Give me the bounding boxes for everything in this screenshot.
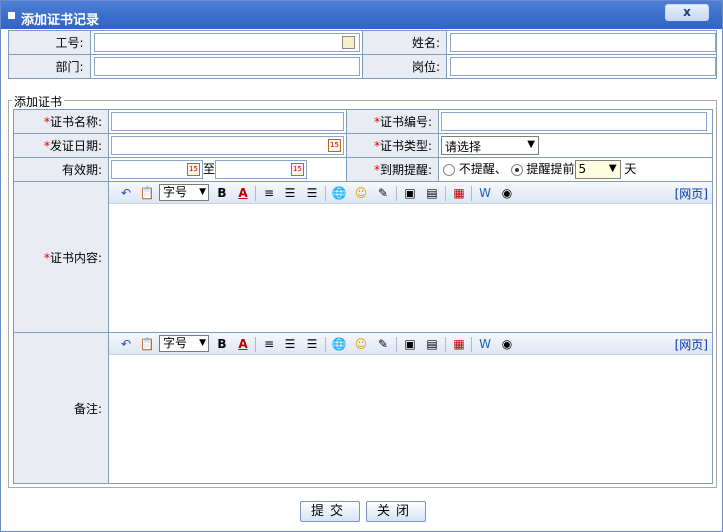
cert-form-table: *证书名称: *证书编号: *发证日期: 15 *证书类型: 请选择 ▼ 有效期:	[13, 109, 713, 484]
dept-input[interactable]	[93, 57, 360, 76]
validity-end-input[interactable]: 15	[215, 160, 308, 179]
ordered-list-icon[interactable]: ☰	[282, 186, 298, 201]
employee-info-table: 工号: 姓名: 部门: 岗位:	[8, 30, 717, 79]
font-size-select[interactable]: 字号 ▼	[159, 335, 209, 352]
html-mode-link[interactable]: [网页]	[675, 185, 708, 202]
paste-icon[interactable]: 📋	[139, 337, 155, 352]
position-input[interactable]	[450, 57, 716, 76]
paste-icon[interactable]: 📋	[139, 186, 155, 201]
chevron-down-icon: ▼	[608, 163, 617, 174]
no-remind-radio[interactable]	[443, 163, 455, 176]
cert-content-textarea[interactable]	[109, 204, 712, 332]
link-icon[interactable]: 🌐	[331, 186, 347, 201]
preview-icon[interactable]: ◉	[499, 186, 515, 201]
days-unit: 天	[624, 162, 637, 176]
editor-toolbar: ↶ 📋 字号 ▼ B A ≡ ☰ ☰ 🌐 ☺ ✎ ▣ ▤ ▦ W ◉ [网页]	[109, 333, 712, 355]
save-icon[interactable]: ▤	[424, 337, 440, 352]
media-icon[interactable]: ▦	[451, 337, 467, 352]
html-mode-link[interactable]: [网页]	[675, 336, 708, 353]
employee-picker-icon[interactable]	[341, 36, 355, 49]
close-button[interactable]: 关闭	[366, 501, 426, 522]
image-icon[interactable]: ▣	[402, 337, 418, 352]
remind-days-select[interactable]: 5 ▼	[574, 160, 621, 179]
close-window-button[interactable]: x	[665, 4, 709, 21]
issue-date-label: *发证日期:	[13, 133, 109, 158]
image-icon[interactable]: ▣	[402, 186, 418, 201]
link-icon[interactable]: 🌐	[331, 337, 347, 352]
cert-no-input[interactable]	[441, 112, 707, 131]
calendar-icon[interactable]: 15	[187, 163, 200, 176]
cert-type-label: *证书类型:	[346, 133, 439, 158]
undo-icon[interactable]: ↶	[118, 186, 134, 201]
remark-label: 备注:	[13, 332, 109, 484]
word-icon[interactable]: W	[477, 337, 493, 352]
dialog-title: 添加证书记录	[21, 13, 100, 28]
no-remind-label: 不提醒、	[458, 162, 507, 176]
remark-editor: ↶ 📋 字号 ▼ B A ≡ ☰ ☰ 🌐 ☺ ✎ ▣ ▤ ▦ W ◉ [网页]	[109, 333, 712, 483]
cert-content-editor: ↶ 📋 字号 ▼ B A ≡ ☰ ☰ 🌐 ☺ ✎ ▣ ▤ ▦ W ◉ [网页]	[109, 182, 712, 332]
dept-label: 部门:	[8, 54, 91, 79]
edit-icon[interactable]: ✎	[375, 186, 391, 201]
editor-toolbar: ↶ 📋 字号 ▼ B A ≡ ☰ ☰ 🌐 ☺ ✎ ▣ ▤ ▦ W ◉ [网页]	[109, 182, 712, 204]
remind-ahead-label: 提醒提前	[526, 162, 575, 176]
issue-date-input[interactable]: 15	[111, 136, 344, 155]
name-input[interactable]	[450, 33, 716, 52]
fieldset-top-line	[8, 100, 717, 101]
fieldset-legend: 添加证书	[12, 93, 65, 110]
window-icon	[8, 12, 15, 19]
cert-type-select[interactable]: 请选择 ▼	[441, 136, 539, 155]
cert-name-label: *证书名称:	[13, 109, 109, 134]
employee-no-input[interactable]	[93, 33, 360, 52]
calendar-icon[interactable]: 15	[291, 163, 305, 176]
expiry-remind-label: *到期提醒:	[346, 157, 439, 182]
remark-textarea[interactable]	[109, 355, 712, 483]
position-label: 岗位:	[362, 54, 447, 79]
validity-to-text: 至	[203, 162, 216, 176]
save-icon[interactable]: ▤	[424, 186, 440, 201]
dialog-window: 添加证书记录 x 工号: 姓名: 部门: 岗位: 添加证书 *证书名称: *证书…	[0, 0, 723, 532]
validity-label: 有效期:	[13, 157, 109, 182]
validity-start-input[interactable]: 15	[111, 160, 203, 179]
unordered-list-icon[interactable]: ☰	[304, 337, 320, 352]
chevron-down-icon: ▼	[527, 139, 535, 150]
emoticon-icon[interactable]: ☺	[353, 186, 369, 201]
media-icon[interactable]: ▦	[451, 186, 467, 201]
submit-button[interactable]: 提交	[300, 501, 360, 522]
employee-no-label: 工号:	[8, 30, 91, 55]
align-icon[interactable]: ≡	[261, 186, 277, 201]
undo-icon[interactable]: ↶	[118, 337, 134, 352]
cert-no-label: *证书编号:	[346, 109, 439, 134]
cert-name-input[interactable]	[111, 112, 344, 131]
cert-content-label: *证书内容:	[13, 181, 109, 333]
font-size-select[interactable]: 字号 ▼	[159, 184, 209, 201]
ordered-list-icon[interactable]: ☰	[282, 337, 298, 352]
remind-ahead-radio[interactable]	[510, 163, 523, 176]
calendar-icon[interactable]: 15	[328, 139, 341, 152]
name-label: 姓名:	[362, 30, 447, 55]
word-icon[interactable]: W	[477, 186, 493, 201]
edit-icon[interactable]: ✎	[375, 337, 391, 352]
title-bar: 添加证书记录 x	[1, 1, 722, 29]
bold-icon[interactable]: B	[214, 186, 230, 201]
bold-icon[interactable]: B	[214, 337, 230, 352]
font-color-icon[interactable]: A	[235, 337, 251, 352]
preview-icon[interactable]: ◉	[499, 337, 515, 352]
font-color-icon[interactable]: A	[235, 186, 251, 201]
align-icon[interactable]: ≡	[261, 337, 277, 352]
unordered-list-icon[interactable]: ☰	[304, 186, 320, 201]
emoticon-icon[interactable]: ☺	[353, 337, 369, 352]
